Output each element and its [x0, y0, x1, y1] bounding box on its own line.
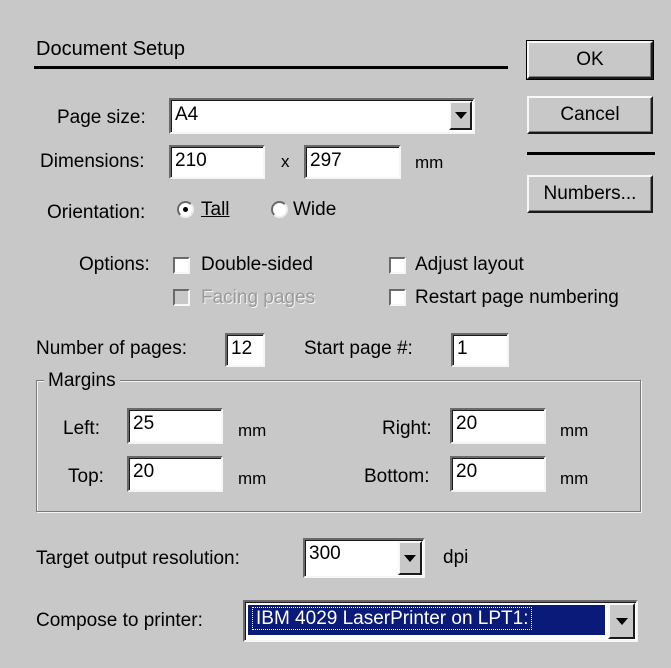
- top-margin-value: 20: [133, 461, 155, 482]
- height-value: 297: [310, 150, 342, 171]
- right-margin-label: Right:: [382, 418, 432, 439]
- start-page-value: 1: [457, 338, 468, 359]
- start-page-label: Start page #:: [304, 338, 413, 359]
- start-page-input[interactable]: 1: [451, 333, 509, 367]
- margins-group: [36, 380, 641, 512]
- chevron-down-icon: [615, 617, 628, 625]
- right-margin-input[interactable]: 20: [450, 408, 546, 444]
- width-input[interactable]: 210: [169, 145, 265, 179]
- printer-label: Compose to printer:: [36, 610, 203, 631]
- document-setup-dialog: Document Setup OK Cancel Numbers... Page…: [0, 0, 671, 668]
- printer-dropdown-button[interactable]: [608, 603, 635, 639]
- tall-radio[interactable]: [177, 201, 194, 218]
- printer-selected-highlight: IBM 4029 LaserPrinter on LPT1:: [248, 605, 605, 635]
- number-of-pages-input[interactable]: 12: [225, 333, 265, 367]
- width-value: 210: [175, 150, 207, 171]
- options-label: Options:: [79, 254, 150, 275]
- top-margin-label: Top:: [68, 466, 104, 487]
- ok-button[interactable]: OK: [526, 40, 654, 80]
- chevron-down-icon: [404, 554, 416, 562]
- page-size-label: Page size:: [57, 107, 146, 128]
- bottom-margin-label: Bottom:: [364, 466, 430, 487]
- margins-title: Margins: [44, 370, 120, 392]
- dimension-separator: x: [281, 152, 290, 171]
- adjust-layout-checkbox[interactable]: [389, 257, 406, 274]
- title-underline: [34, 66, 508, 69]
- adjust-layout-label[interactable]: Adjust layout: [415, 254, 524, 276]
- restart-numbering-label[interactable]: Restart page numbering: [415, 287, 619, 309]
- wide-radio[interactable]: [271, 201, 288, 218]
- tall-label[interactable]: Tall: [201, 199, 230, 221]
- right-margin-value: 20: [456, 413, 478, 434]
- number-of-pages-value: 12: [231, 338, 253, 359]
- numbers-button[interactable]: Numbers...: [527, 175, 653, 213]
- resolution-label: Target output resolution:: [36, 548, 240, 569]
- top-margin-unit: mm: [238, 469, 267, 488]
- cancel-button[interactable]: Cancel: [527, 96, 653, 134]
- resolution-unit: dpi: [443, 547, 469, 568]
- left-margin-input[interactable]: 25: [127, 408, 223, 444]
- left-margin-label: Left:: [63, 418, 100, 439]
- number-of-pages-label: Number of pages:: [36, 338, 188, 359]
- resolution-value: 300: [309, 543, 341, 564]
- restart-numbering-checkbox[interactable]: [389, 289, 406, 306]
- dimensions-unit: mm: [415, 153, 444, 172]
- double-sided-checkbox[interactable]: [173, 257, 190, 274]
- radio-selected-dot: [183, 207, 188, 212]
- printer-value: IBM 4029 LaserPrinter on LPT1:: [252, 607, 533, 630]
- numbers-button-label: Numbers...: [543, 183, 637, 204]
- bottom-margin-input[interactable]: 20: [450, 456, 546, 492]
- page-size-dropdown-button[interactable]: [449, 101, 472, 130]
- printer-select[interactable]: IBM 4029 LaserPrinter on LPT1:: [243, 600, 638, 642]
- orientation-label: Orientation:: [47, 202, 146, 223]
- left-margin-value: 25: [133, 413, 155, 434]
- resolution-dropdown-button[interactable]: [398, 541, 422, 575]
- chevron-down-icon: [454, 112, 467, 119]
- dialog-title: Document Setup: [36, 38, 185, 60]
- dimensions-label: Dimensions:: [40, 151, 145, 172]
- height-input[interactable]: 297: [304, 145, 401, 179]
- facing-pages-checkbox: [173, 289, 190, 306]
- bottom-margin-value: 20: [456, 461, 478, 482]
- bottom-margin-unit: mm: [560, 469, 589, 488]
- wide-label[interactable]: Wide: [293, 199, 336, 221]
- top-margin-input[interactable]: 20: [127, 456, 223, 492]
- double-sided-label[interactable]: Double-sided: [201, 254, 313, 276]
- page-size-value: A4: [175, 104, 199, 125]
- page-size-select[interactable]: A4: [169, 98, 475, 134]
- left-margin-unit: mm: [238, 421, 267, 440]
- right-margin-unit: mm: [560, 421, 589, 440]
- facing-pages-label: Facing pages: [201, 287, 316, 308]
- button-separator: [527, 152, 655, 155]
